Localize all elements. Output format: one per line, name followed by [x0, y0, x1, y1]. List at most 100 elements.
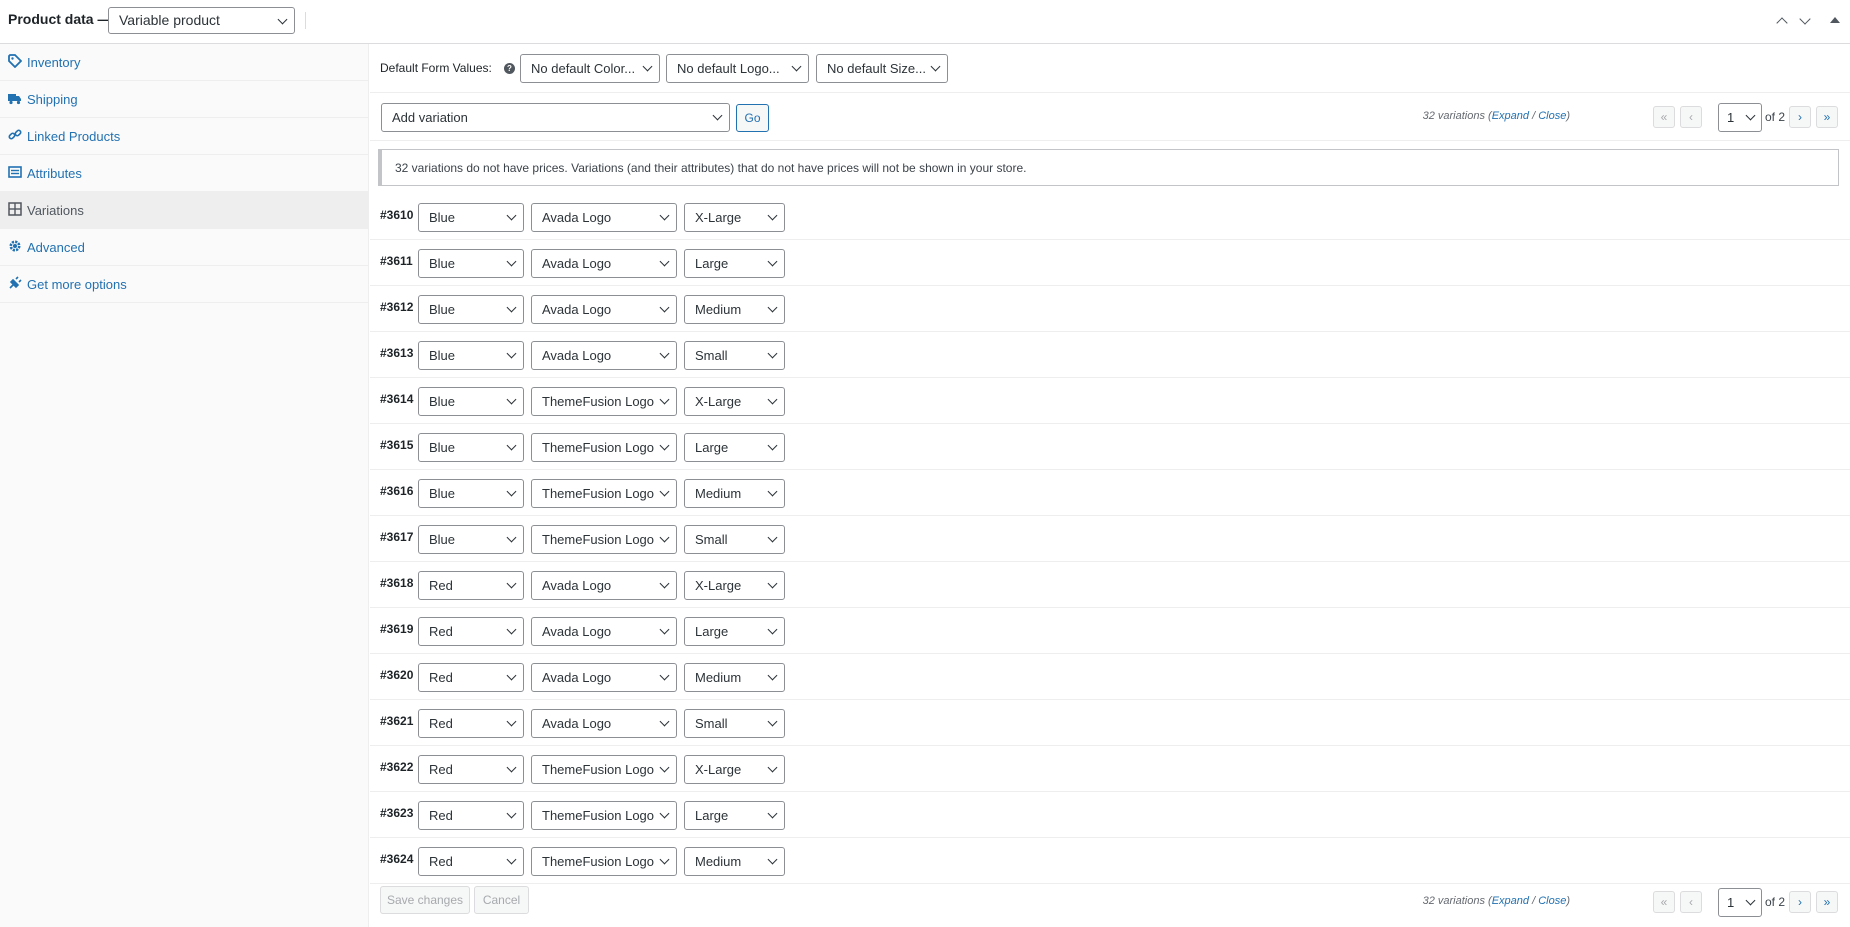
variation-color-select[interactable]: Blue: [418, 295, 524, 324]
close-link[interactable]: Close: [1538, 895, 1566, 907]
variation-row[interactable]: #3615 Blue ThemeFusion Logo Large: [370, 424, 1850, 470]
variation-color-select[interactable]: Red: [418, 801, 524, 830]
variation-row[interactable]: #3620 Red Avada Logo Medium: [370, 654, 1850, 700]
chevron-down-icon: [506, 716, 517, 727]
variation-color-select[interactable]: Red: [418, 617, 524, 646]
variation-size-select[interactable]: X-Large: [684, 203, 785, 232]
variation-logo-select[interactable]: ThemeFusion Logo: [531, 801, 677, 830]
variation-size-select[interactable]: Medium: [684, 847, 785, 876]
variation-logo-select[interactable]: Avada Logo: [531, 571, 677, 600]
variation-color-select[interactable]: Red: [418, 571, 524, 600]
variation-color-select[interactable]: Red: [418, 663, 524, 692]
variation-color-select[interactable]: Blue: [418, 387, 524, 416]
variation-row[interactable]: #3623 Red ThemeFusion Logo Large: [370, 792, 1850, 838]
variation-row[interactable]: #3611 Blue Avada Logo Large: [370, 240, 1850, 286]
sidebar-item-shipping[interactable]: Shipping: [0, 81, 369, 118]
sidebar-item-variations[interactable]: Variations: [0, 192, 369, 229]
close-link[interactable]: Close: [1538, 110, 1566, 122]
variation-logo-select[interactable]: Avada Logo: [531, 249, 677, 278]
move-up-icon[interactable]: [1775, 14, 1789, 29]
last-page-button[interactable]: »: [1816, 106, 1838, 128]
move-down-icon[interactable]: [1798, 13, 1812, 28]
variation-row[interactable]: #3619 Red Avada Logo Large: [370, 608, 1850, 654]
variation-row[interactable]: #3612 Blue Avada Logo Medium: [370, 286, 1850, 332]
variation-size-select[interactable]: Medium: [684, 663, 785, 692]
variation-color-select[interactable]: Blue: [418, 433, 524, 462]
next-page-button[interactable]: ›: [1789, 106, 1811, 128]
variation-row[interactable]: #3622 Red ThemeFusion Logo X-Large: [370, 746, 1850, 792]
variation-color-select[interactable]: Red: [418, 755, 524, 784]
variation-size-select[interactable]: Large: [684, 249, 785, 278]
variation-color-select[interactable]: Blue: [418, 249, 524, 278]
variation-size-select[interactable]: Large: [684, 617, 785, 646]
variation-row[interactable]: #3621 Red Avada Logo Small: [370, 700, 1850, 746]
variation-color-select[interactable]: Blue: [418, 479, 524, 508]
chevron-down-icon: [767, 486, 778, 497]
page-select[interactable]: 1: [1718, 888, 1762, 917]
collapse-panel-icon[interactable]: [1828, 14, 1842, 28]
variation-logo-select[interactable]: Avada Logo: [531, 341, 677, 370]
variation-color-select[interactable]: Blue: [418, 203, 524, 232]
expand-link[interactable]: Expand: [1492, 110, 1529, 122]
prev-page-button[interactable]: ‹: [1680, 891, 1702, 913]
sidebar-item-attributes[interactable]: Attributes: [0, 155, 369, 192]
product-type-select[interactable]: Variable product: [108, 7, 295, 34]
variation-size-select[interactable]: Small: [684, 341, 785, 370]
variation-color-select[interactable]: Blue: [418, 341, 524, 370]
help-icon[interactable]: ?: [504, 63, 515, 74]
cancel-button[interactable]: Cancel: [474, 886, 529, 914]
variation-size-select[interactable]: Large: [684, 433, 785, 462]
variation-size-select[interactable]: X-Large: [684, 571, 785, 600]
last-page-button[interactable]: »: [1816, 891, 1838, 913]
variation-id: #3623: [380, 806, 414, 820]
default-size-select[interactable]: No default Size...: [816, 54, 948, 83]
first-page-button[interactable]: «: [1653, 891, 1675, 913]
variation-color-value: Blue: [429, 532, 456, 547]
sidebar-item-advanced[interactable]: Advanced: [0, 229, 369, 266]
variation-color-select[interactable]: Red: [418, 709, 524, 738]
variation-logo-select[interactable]: ThemeFusion Logo: [531, 387, 677, 416]
variation-logo-select[interactable]: Avada Logo: [531, 203, 677, 232]
variation-row[interactable]: #3624 Red ThemeFusion Logo Medium: [370, 838, 1850, 884]
variation-row[interactable]: #3610 Blue Avada Logo X-Large: [370, 194, 1850, 240]
sidebar-item-linked-products[interactable]: Linked Products: [0, 118, 369, 155]
variation-logo-select[interactable]: ThemeFusion Logo: [531, 525, 677, 554]
variation-color-select[interactable]: Blue: [418, 525, 524, 554]
variation-logo-select[interactable]: Avada Logo: [531, 617, 677, 646]
chevron-down-icon: [506, 854, 517, 865]
variation-size-select[interactable]: Medium: [684, 295, 785, 324]
sidebar-item-get-more-options[interactable]: Get more options: [0, 266, 369, 303]
variation-row[interactable]: #3614 Blue ThemeFusion Logo X-Large: [370, 378, 1850, 424]
save-changes-button[interactable]: Save changes: [380, 886, 470, 914]
variation-size-select[interactable]: X-Large: [684, 755, 785, 784]
first-page-button[interactable]: «: [1653, 106, 1675, 128]
variation-logo-select[interactable]: ThemeFusion Logo: [531, 433, 677, 462]
variation-row[interactable]: #3616 Blue ThemeFusion Logo Medium: [370, 470, 1850, 516]
variation-logo-select[interactable]: ThemeFusion Logo: [531, 847, 677, 876]
default-logo-select[interactable]: No default Logo...: [666, 54, 809, 83]
variation-size-select[interactable]: Small: [684, 709, 785, 738]
variation-size-select[interactable]: Large: [684, 801, 785, 830]
variation-logo-select[interactable]: ThemeFusion Logo: [531, 479, 677, 508]
variation-size-select[interactable]: Medium: [684, 479, 785, 508]
variation-logo-select[interactable]: Avada Logo: [531, 709, 677, 738]
variation-row[interactable]: #3613 Blue Avada Logo Small: [370, 332, 1850, 378]
variation-action-select[interactable]: Add variation: [381, 103, 730, 132]
expand-link[interactable]: Expand: [1492, 895, 1529, 907]
variation-logo-select[interactable]: ThemeFusion Logo: [531, 755, 677, 784]
variation-color-select[interactable]: Red: [418, 847, 524, 876]
next-page-button[interactable]: ›: [1789, 891, 1811, 913]
chevron-down-icon: [767, 762, 778, 773]
variation-row[interactable]: #3618 Red Avada Logo X-Large: [370, 562, 1850, 608]
page-select[interactable]: 1: [1718, 103, 1762, 132]
default-color-select[interactable]: No default Color...: [520, 54, 660, 83]
prev-page-button[interactable]: ‹: [1680, 106, 1702, 128]
variation-logo-select[interactable]: Avada Logo: [531, 663, 677, 692]
variation-size-select[interactable]: X-Large: [684, 387, 785, 416]
variation-row[interactable]: #3617 Blue ThemeFusion Logo Small: [370, 516, 1850, 562]
variations-count: 32 variations (Expand / Close): [1422, 110, 1570, 122]
variation-size-select[interactable]: Small: [684, 525, 785, 554]
sidebar-item-inventory[interactable]: Inventory: [0, 44, 369, 81]
variation-logo-select[interactable]: Avada Logo: [531, 295, 677, 324]
go-button[interactable]: Go: [736, 104, 769, 132]
